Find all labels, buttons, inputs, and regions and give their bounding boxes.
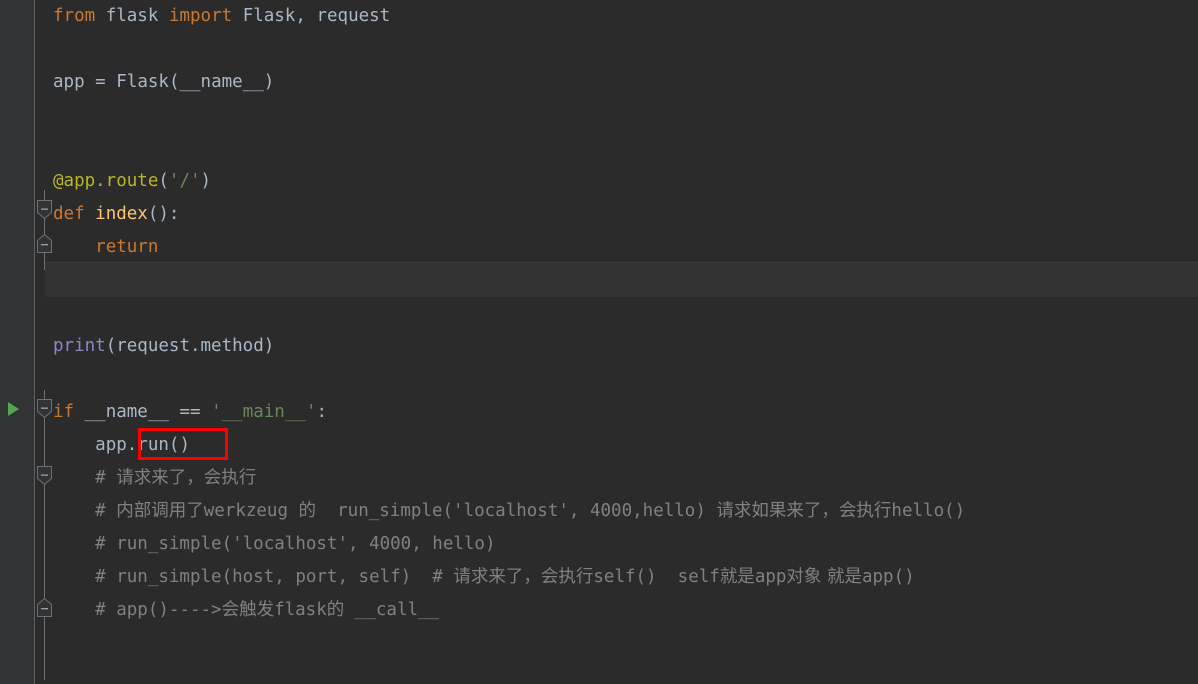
code-token: 就是: [719, 567, 755, 587]
code-token: __name__: [179, 72, 264, 92]
code-token: hello(): [891, 501, 966, 521]
code-token: .run: [126, 435, 169, 455]
code-token: flask: [274, 600, 327, 620]
code-token: ==: [179, 402, 201, 422]
code-token: run_simple('localhost', 4000,hello): [316, 501, 717, 521]
code-token: return: [95, 237, 159, 257]
code-token: '__main__': [211, 402, 317, 422]
code-token: ): [263, 72, 275, 92]
code-token: =: [95, 72, 106, 92]
code-token: #: [53, 468, 117, 488]
code-token: 会触发: [221, 600, 275, 620]
code-token: 请求来了，会执行: [116, 468, 257, 488]
code-token: @app.route: [53, 171, 159, 191]
code-token: ): [263, 336, 275, 356]
code-token: __call__: [344, 600, 440, 620]
code-token: if: [53, 402, 75, 422]
code-line[interactable]: print(request.method): [53, 330, 274, 363]
code-line[interactable]: def index():: [53, 198, 179, 231]
code-token: '/': [168, 171, 201, 191]
code-token: __name__: [84, 402, 169, 422]
code-token: app(): [861, 567, 915, 587]
code-token: print: [53, 336, 106, 356]
code-token: flask: [105, 6, 159, 26]
code-editor[interactable]: from flask import Flask, request app = Fl…: [0, 0, 1198, 684]
code-token: import: [168, 6, 233, 26]
code-token: # run_simple('localhost', 4000, hello): [53, 534, 496, 554]
code-token: :: [316, 402, 327, 422]
code-token: # run_simple(host, port, self) #: [53, 567, 454, 587]
code-token: def: [53, 204, 85, 224]
code-token: #: [53, 501, 117, 521]
code-token: Flask: [242, 6, 296, 26]
code-token: 内部调用了: [116, 501, 204, 521]
code-line[interactable]: if __name__ == '__main__':: [53, 396, 327, 429]
code-token: ,: [295, 6, 317, 26]
code-token: (): [147, 204, 169, 224]
code-token: (: [105, 336, 117, 356]
code-token: 请求来了，会执行: [453, 567, 594, 587]
code-token: (): [168, 435, 190, 455]
code-token: self() self: [593, 567, 720, 587]
code-line[interactable]: # app()---->会触发flask的 __call__: [53, 594, 439, 627]
code-token: 请求如果来了，会执行: [716, 501, 892, 521]
code-text-area[interactable]: from flask import Flask, request app = Fl…: [45, 0, 1198, 684]
code-token: app: [95, 435, 127, 455]
code-line[interactable]: # run_simple(host, port, self) # 请求来了，会执…: [53, 561, 915, 594]
code-token: 的: [326, 600, 345, 620]
code-token: ): [200, 171, 212, 191]
code-line[interactable]: # run_simple('localhost', 4000, hello): [53, 528, 496, 561]
code-token: 的: [298, 501, 317, 521]
code-token: index: [95, 204, 148, 224]
code-token: request.method: [116, 336, 264, 356]
code-line[interactable]: app = Flask(__name__): [53, 66, 274, 99]
code-token: (: [168, 72, 180, 92]
code-token: Flask: [116, 72, 169, 92]
code-token: request: [316, 6, 391, 26]
editor-gutter[interactable]: [0, 0, 34, 684]
code-token: app: [53, 72, 96, 92]
code-line[interactable]: app.run(): [53, 429, 190, 462]
code-token: # app()---->: [53, 600, 222, 620]
code-line[interactable]: return: [53, 231, 158, 264]
code-line[interactable]: @app.route('/'): [53, 165, 211, 198]
code-token: (: [158, 171, 169, 191]
run-configuration-arrow[interactable]: [8, 402, 19, 416]
code-token: werkzeug: [203, 501, 299, 521]
code-token: app: [754, 567, 787, 587]
code-line[interactable]: # 内部调用了werkzeug 的 run_simple('localhost'…: [53, 495, 965, 528]
code-token: :: [168, 204, 180, 224]
code-line[interactable]: # 请求来了，会执行: [53, 462, 256, 495]
code-line[interactable]: from flask import Flask, request: [53, 0, 390, 33]
code-token: from: [53, 6, 96, 26]
code-token: 对象 就是: [786, 567, 862, 587]
